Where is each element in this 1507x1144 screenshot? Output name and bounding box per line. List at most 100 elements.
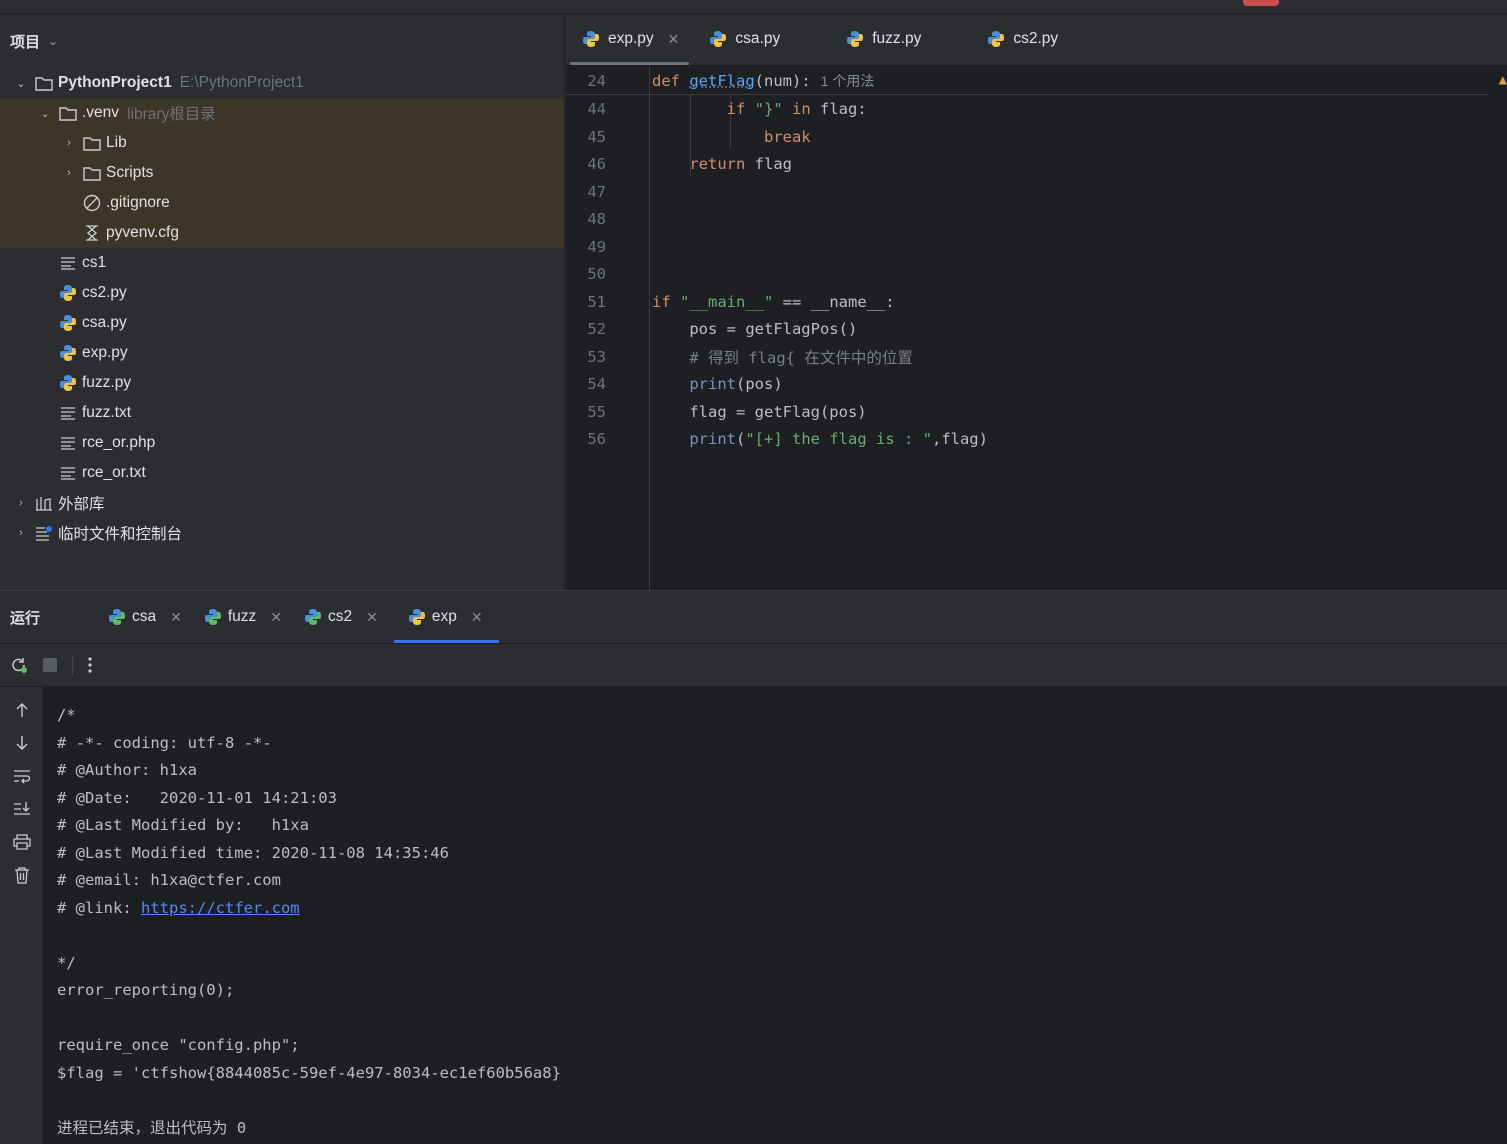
tree-item-external-libraries[interactable]: › 外部库: [0, 488, 564, 518]
close-icon[interactable]: ✕: [170, 609, 182, 626]
console-line: require_once "config.php";: [57, 1036, 300, 1054]
chevron-right-icon[interactable]: ›: [62, 137, 76, 149]
code-line: 55 flag = getFlag(pos): [566, 398, 866, 425]
tree-item-scripts[interactable]: › Scripts: [0, 158, 564, 188]
scratches-icon: [34, 524, 54, 542]
stop-icon[interactable]: [42, 657, 58, 673]
chevron-down-icon[interactable]: ⌄: [48, 34, 58, 48]
code-line: 46 return flag: [566, 150, 792, 177]
run-tab-label: csa: [132, 608, 157, 625]
run-panel-title: 运行: [10, 609, 41, 627]
close-icon[interactable]: ✕: [668, 31, 680, 48]
run-tab-label: exp: [431, 608, 457, 625]
tree-item-label: cs1: [82, 254, 107, 271]
close-icon[interactable]: ✕: [471, 609, 483, 626]
run-tab-label: cs2: [328, 608, 353, 625]
rerun-icon[interactable]: [10, 656, 28, 674]
tree-item-label: .gitignore: [106, 194, 170, 211]
run-side-toolbar: [0, 687, 43, 1144]
line-number: 55: [587, 402, 606, 421]
tree-item-label: fuzz.py: [82, 374, 132, 391]
warning-icon[interactable]: ▲: [1499, 72, 1507, 88]
code-line: 48: [566, 205, 606, 232]
tree-item-rce-or-php[interactable]: rce_or.php: [0, 428, 564, 458]
chevron-right-icon[interactable]: ›: [14, 497, 28, 509]
usages-hint[interactable]: 1 个用法: [821, 73, 875, 89]
code-string: "[+] the flag is : ": [745, 429, 932, 448]
code-line: 44 if "}" in flag:: [566, 95, 866, 122]
tab-csa-py[interactable]: csa.py: [693, 13, 830, 65]
tree-item-exp-py[interactable]: exp.py: [0, 338, 564, 368]
python-file-icon: [58, 374, 78, 392]
tab-exp-py[interactable]: exp.py ✕: [566, 13, 693, 65]
scroll-up-icon[interactable]: [11, 699, 33, 721]
console-output[interactable]: /* # -*- coding: utf-8 -*- # @Author: h1…: [57, 702, 561, 1142]
close-icon[interactable]: ✕: [366, 609, 378, 626]
close-icon[interactable]: ✕: [270, 609, 282, 626]
text-file-icon: [58, 434, 78, 452]
tree-item-cs1[interactable]: cs1: [0, 248, 564, 278]
tab-label: fuzz.py: [872, 30, 922, 47]
console-line: # @Last Modified by: h1xa: [57, 816, 309, 834]
code-area[interactable]: 24 def getFlag(num): 1 个用法 ▲ 44 if "}" in…: [566, 66, 1507, 590]
run-tab-label: fuzz: [227, 608, 257, 625]
tree-item-label: rce_or.php: [82, 434, 156, 451]
tree-item-fuzz-txt[interactable]: fuzz.txt: [0, 398, 564, 428]
scroll-to-end-icon[interactable]: [11, 798, 33, 820]
project-panel-header[interactable]: 项目 ⌄: [0, 14, 564, 68]
tree-item-csa-py[interactable]: csa.py: [0, 308, 564, 338]
run-tab-exp[interactable]: exp ✕: [393, 591, 499, 643]
line-number: 24: [587, 71, 606, 90]
sticky-separator: [566, 94, 1489, 95]
console-text: # @link:: [57, 898, 141, 917]
console-line: # @email: h1xa@ctfer.com: [57, 871, 281, 889]
run-tab-fuzz[interactable]: fuzz ✕: [198, 591, 298, 643]
code-line: 52 pos = getFlagPos(): [566, 315, 857, 342]
line-number: 45: [587, 127, 606, 146]
tree-item-cs2-py[interactable]: cs2.py: [0, 278, 564, 308]
run-tab-csa[interactable]: csa ✕: [62, 591, 198, 643]
tree-item-fuzz-py[interactable]: fuzz.py: [0, 368, 564, 398]
tree-item-label: csa.py: [82, 314, 127, 331]
tree-item-scratches[interactable]: › 临时文件和控制台: [0, 518, 564, 548]
line-number: 54: [587, 374, 606, 393]
tab-label: cs2.py: [1013, 30, 1059, 47]
chevron-down-icon[interactable]: ⌄: [38, 107, 52, 120]
tab-label: exp.py: [608, 30, 654, 47]
python-run-icon: [408, 608, 426, 626]
console-link[interactable]: https://ctfer.com: [141, 899, 300, 917]
chevron-right-icon[interactable]: ›: [14, 527, 28, 539]
text-file-icon: [58, 464, 78, 482]
folder-icon: [34, 74, 54, 92]
trash-icon[interactable]: [11, 864, 33, 886]
tree-item-gitignore[interactable]: .gitignore: [0, 188, 564, 218]
chevron-down-icon[interactable]: ⌄: [14, 77, 28, 90]
config-file-icon: [82, 224, 102, 242]
soft-wrap-icon[interactable]: [11, 765, 33, 787]
line-number: 52: [587, 319, 606, 338]
line-number: 44: [587, 99, 606, 118]
tree-item-project-root[interactable]: ⌄ PythonProject1 E:\PythonProject1: [0, 68, 564, 98]
more-options-icon[interactable]: [87, 656, 93, 674]
python-file-icon: [846, 30, 864, 48]
run-panel: 运行 csa ✕ fuzz ✕ cs2 ✕ exp ✕ /* # -*- cod…: [0, 590, 1507, 1144]
python-file-icon: [58, 284, 78, 302]
line-number: 53: [587, 347, 606, 366]
scroll-down-icon[interactable]: [11, 732, 33, 754]
tab-fuzz-py[interactable]: fuzz.py: [830, 13, 971, 65]
tree-item-venv[interactable]: ⌄ .venv library根目录: [0, 98, 564, 128]
console-line: # @Last Modified time: 2020-11-08 14:35:…: [57, 843, 449, 862]
toolbar-separator: [72, 655, 73, 675]
tab-cs2-py[interactable]: cs2.py: [971, 13, 1072, 65]
run-tab-cs2[interactable]: cs2 ✕: [298, 591, 394, 643]
tree-item-lib[interactable]: › Lib: [0, 128, 564, 158]
folder-icon: [82, 164, 102, 182]
print-icon[interactable]: [11, 831, 33, 853]
code-line: 50: [566, 260, 606, 287]
tree-item-pyvenv-cfg[interactable]: pyvenv.cfg: [0, 218, 564, 248]
chevron-right-icon[interactable]: ›: [62, 167, 76, 179]
tree-item-rce-or-txt[interactable]: rce_or.txt: [0, 458, 564, 488]
folder-icon: [58, 104, 78, 122]
